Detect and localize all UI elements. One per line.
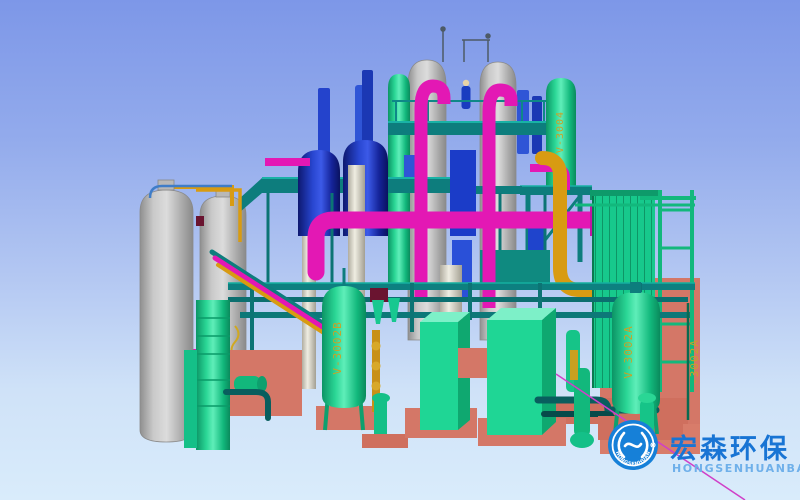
plant-scene: V-3004	[0, 0, 800, 500]
logo-subtitle-en: HONGSENHUANBAO	[672, 462, 800, 475]
pump-right	[566, 330, 594, 448]
vessel-v3002a-tag: V-3002A	[622, 325, 635, 378]
logo-title-cn: 宏森环保	[670, 433, 790, 465]
gauge-tag: -3002A	[688, 339, 701, 385]
plant-render-canvas: V-3004	[0, 0, 800, 500]
instrument-masts	[441, 27, 490, 62]
pump-center	[362, 330, 408, 448]
vessel-v3002b-tag: V-3002B	[331, 321, 344, 374]
human-figure	[462, 80, 471, 109]
foundation-mid	[458, 348, 490, 378]
vessel-v3004-tag: V-3004	[555, 111, 566, 153]
vessel-v3002b: V-3002B	[316, 268, 374, 430]
green-tank-box-2	[478, 308, 566, 446]
